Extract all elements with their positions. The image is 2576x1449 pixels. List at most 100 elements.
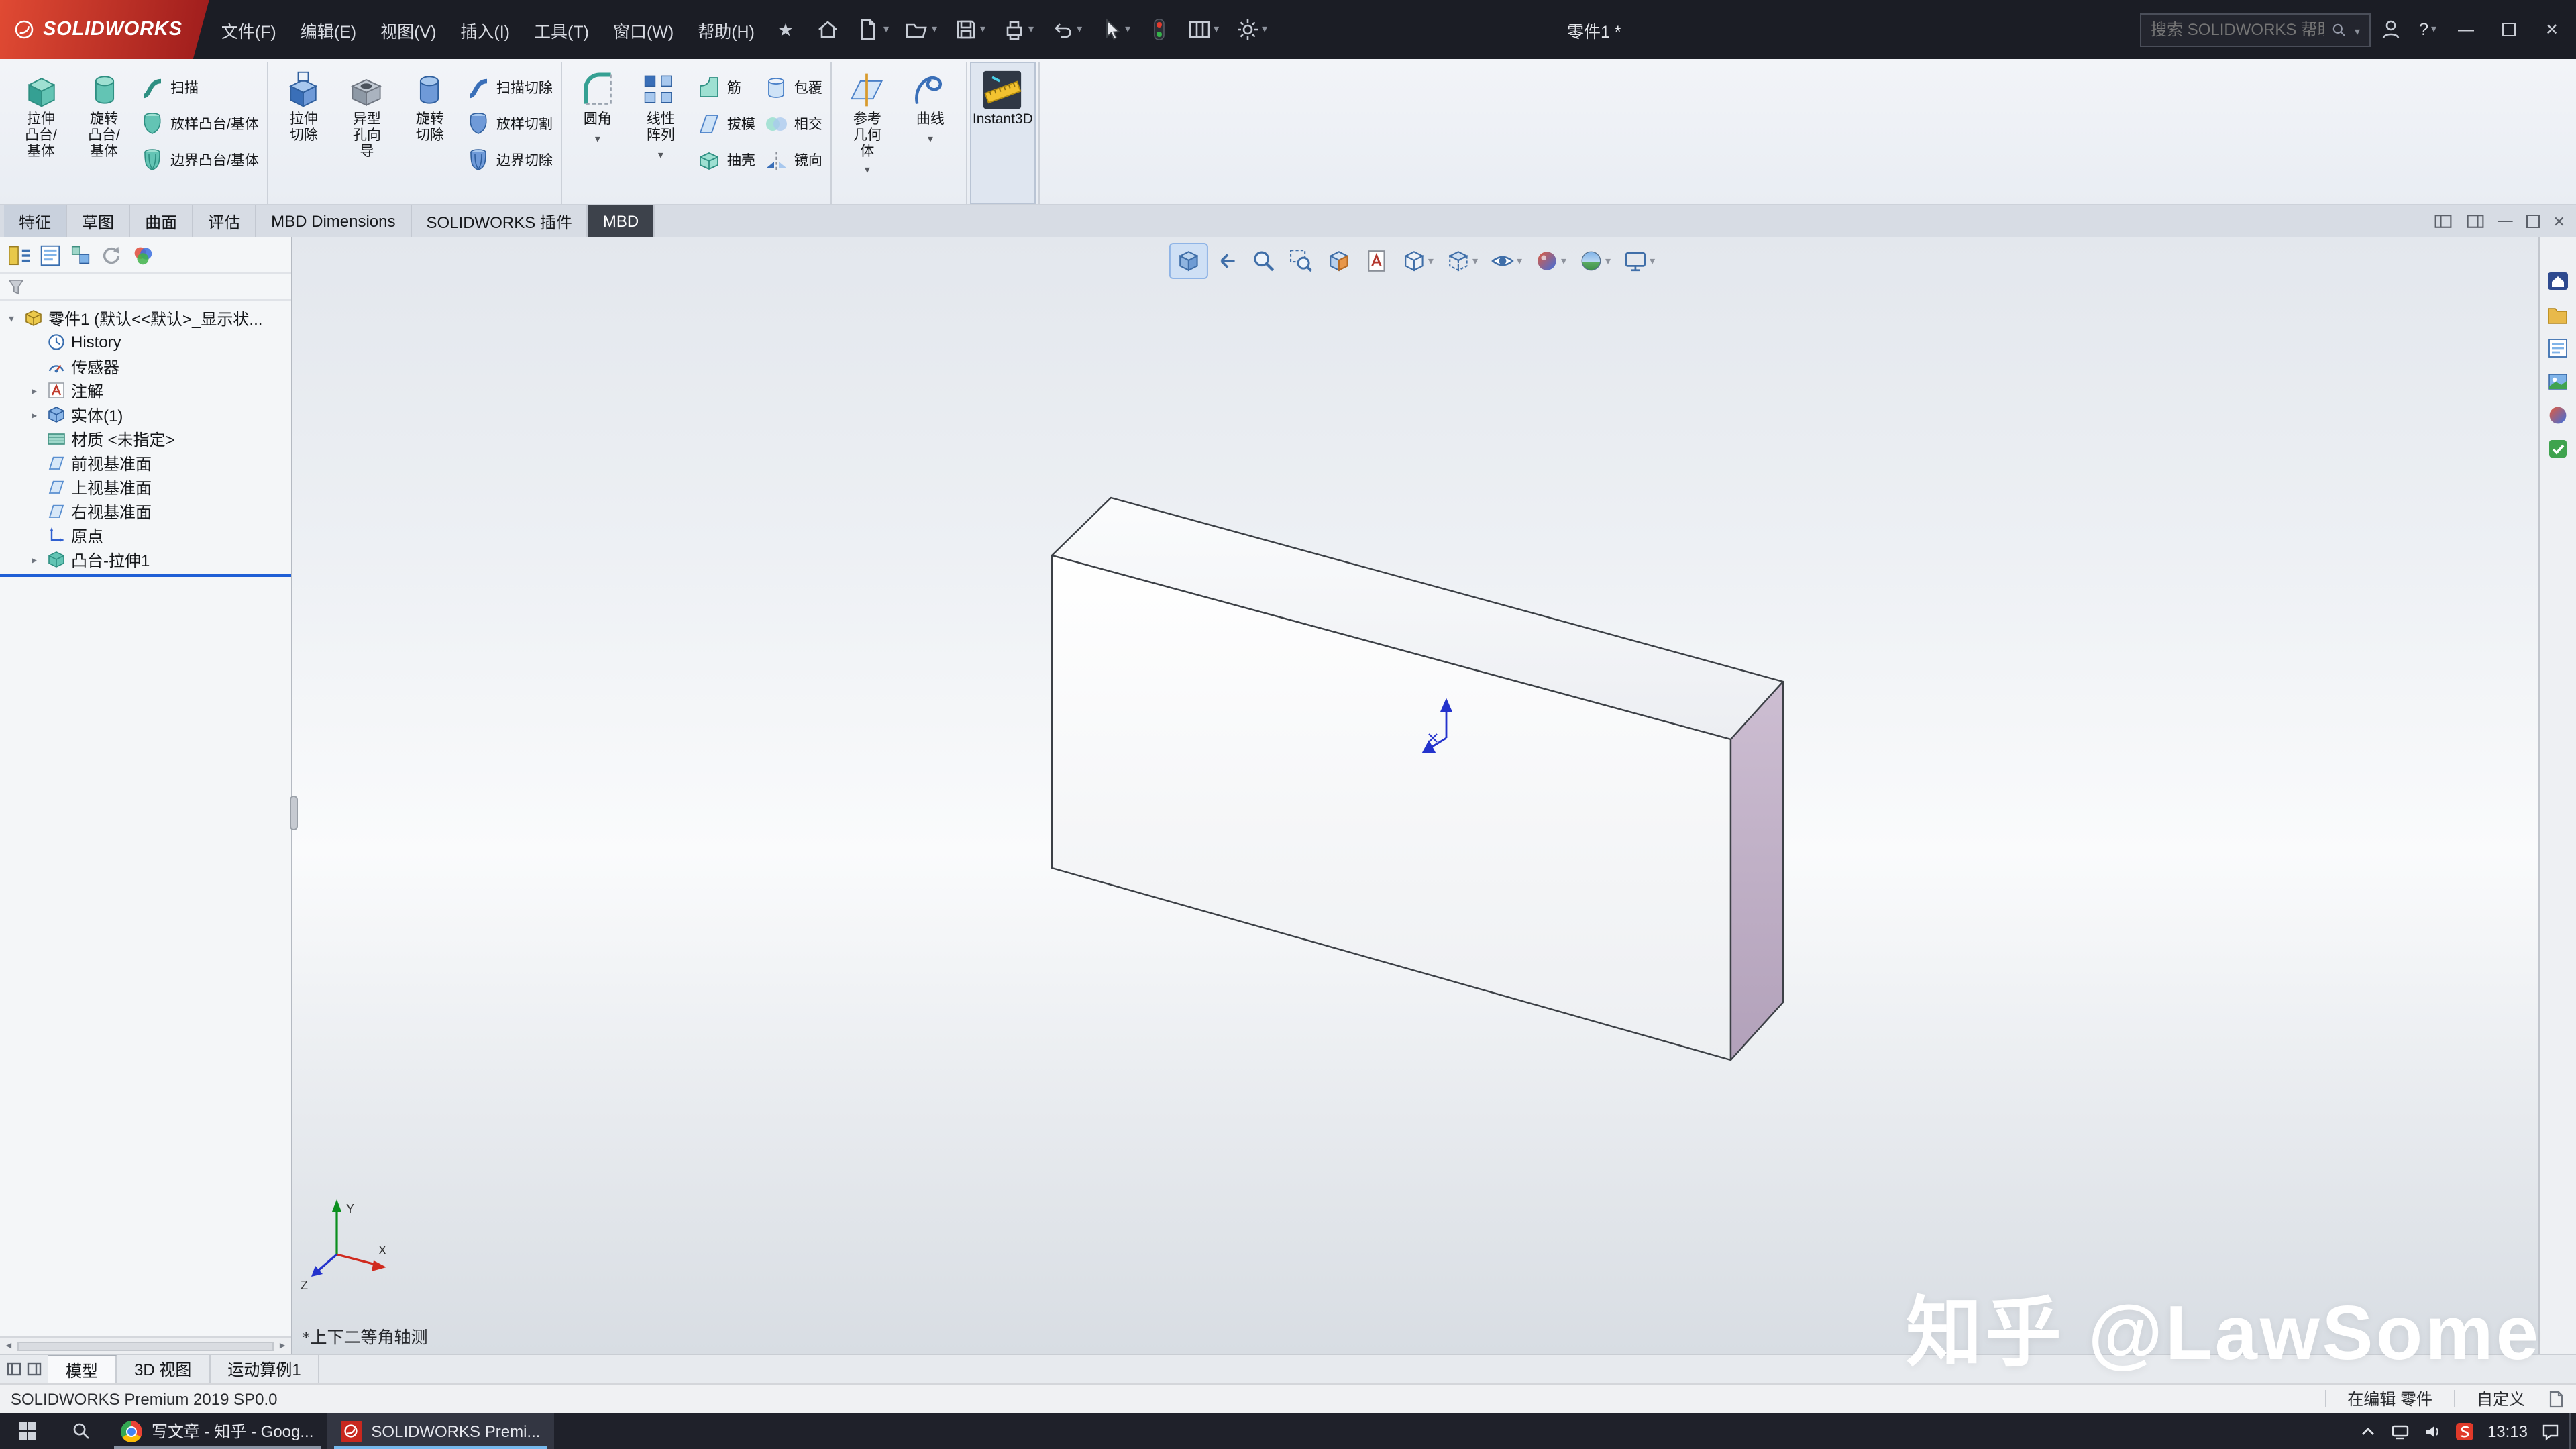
expand-arrow-icon[interactable] xyxy=(27,384,42,396)
new-document-button[interactable] xyxy=(849,0,897,59)
revolve-cut-button[interactable]: 旋转 切除 xyxy=(398,63,462,203)
tree-item-history[interactable]: History xyxy=(0,330,291,354)
apply-scene-button[interactable] xyxy=(1573,244,1616,278)
customize-label[interactable]: 自定义 xyxy=(2477,1387,2525,1410)
fillet-caret-icon[interactable] xyxy=(595,131,600,148)
menu-tools[interactable]: 工具(T) xyxy=(522,0,601,59)
undo-button[interactable] xyxy=(1042,0,1090,59)
wrap-button[interactable]: 包覆 xyxy=(763,74,822,101)
display-icon[interactable] xyxy=(2391,1421,2410,1440)
reference-geometry-button[interactable]: 参考 几何 体 xyxy=(836,63,899,203)
search-input[interactable] xyxy=(2151,20,2324,39)
taskbar-search-button[interactable] xyxy=(54,1413,107,1449)
tree-item-right-plane[interactable]: 右视基准面 xyxy=(0,499,291,523)
clock[interactable]: 13:13 xyxy=(2487,1421,2528,1440)
tree-horizontal-scrollbar[interactable] xyxy=(0,1336,291,1354)
loft-cut-button[interactable]: 放样切割 xyxy=(466,110,553,137)
save-button[interactable] xyxy=(945,0,994,59)
tab-features[interactable]: 特征 xyxy=(4,205,68,237)
previous-view-button[interactable] xyxy=(1208,244,1244,278)
action-center-icon[interactable] xyxy=(2541,1421,2560,1440)
revolve-boss-button[interactable]: 旋转 凸台/ 基体 xyxy=(72,63,136,203)
view-palette-icon[interactable] xyxy=(2546,370,2569,393)
view-settings-button[interactable] xyxy=(1617,244,1660,278)
pin-menu-icon[interactable] xyxy=(767,21,806,38)
hole-wizard-button[interactable]: 异型 孔向 导 xyxy=(335,63,398,203)
curves-button[interactable]: 曲线 xyxy=(899,63,962,203)
input-method-icon[interactable] xyxy=(2455,1421,2474,1440)
login-button[interactable] xyxy=(2371,0,2411,59)
menu-help[interactable]: 帮助(H) xyxy=(686,0,767,59)
search-icon[interactable] xyxy=(2330,21,2348,38)
mirror-button[interactable]: 镜向 xyxy=(763,146,822,173)
zoom-to-fit-button[interactable] xyxy=(1169,243,1208,279)
linear-pattern-button[interactable]: 线性 阵列 xyxy=(629,63,692,203)
view-orientation-button[interactable] xyxy=(1396,244,1439,278)
select-tool-button[interactable] xyxy=(1090,0,1138,59)
tree-item-sensors[interactable]: 传感器 xyxy=(0,354,291,378)
rollback-bar[interactable] xyxy=(0,574,291,577)
tab-mbd[interactable]: MBD xyxy=(588,205,655,237)
menu-insert[interactable]: 插入(I) xyxy=(448,0,522,59)
graphics-viewport[interactable]: Y X Z *上下二等角轴测 xyxy=(292,237,2538,1354)
dimxpertmanager-tab-icon[interactable] xyxy=(99,242,125,268)
tab-surfaces[interactable]: 曲面 xyxy=(130,205,194,237)
linear-pattern-caret-icon[interactable] xyxy=(658,147,663,163)
extruded-box-part[interactable] xyxy=(1051,496,1784,1061)
panel-splitter-handle[interactable] xyxy=(290,796,298,830)
boundary-cut-button[interactable]: 边界切除 xyxy=(466,146,553,173)
configurationmanager-tab-icon[interactable] xyxy=(68,242,94,268)
model-canvas[interactable]: Y X Z xyxy=(292,237,2538,1354)
open-button[interactable] xyxy=(897,0,945,59)
tree-item-solid-bodies[interactable]: 实体(1) xyxy=(0,402,291,427)
tab-evaluate[interactable]: 评估 xyxy=(193,205,257,237)
window-panes-button[interactable] xyxy=(1179,0,1227,59)
menu-file[interactable]: 文件(F) xyxy=(209,0,288,59)
boundary-boss-button[interactable]: 边界凸台/基体 xyxy=(140,146,259,173)
hide-show-items-button[interactable] xyxy=(1485,244,1527,278)
section-view-button[interactable] xyxy=(1321,244,1357,278)
custom-properties-icon[interactable] xyxy=(2546,437,2569,460)
extrude-boss-button[interactable]: 拉伸 凸台/ 基体 xyxy=(9,63,72,203)
doc-tab-model[interactable]: 模型 xyxy=(48,1355,117,1383)
menu-view[interactable]: 视图(V) xyxy=(368,0,448,59)
help-button[interactable]: ? xyxy=(2411,0,2445,59)
sweep-button[interactable]: 扫描 xyxy=(140,74,259,101)
tab-addins[interactable]: SOLIDWORKS 插件 xyxy=(412,205,588,237)
volume-icon[interactable] xyxy=(2423,1421,2442,1440)
sweep-cut-button[interactable]: 扫描切除 xyxy=(466,74,553,101)
zoom-to-area-button[interactable] xyxy=(1246,244,1282,278)
pane-2-icon[interactable] xyxy=(27,1362,42,1377)
pane-split-2-icon[interactable] xyxy=(2466,212,2485,231)
featuremanager-tab-icon[interactable] xyxy=(7,242,32,268)
reference-geometry-caret-icon[interactable] xyxy=(865,163,870,179)
design-library-icon[interactable] xyxy=(2546,303,2569,326)
zoom-region-button[interactable] xyxy=(1283,244,1320,278)
propertymanager-tab-icon[interactable] xyxy=(38,242,63,268)
loft-boss-button[interactable]: 放样凸台/基体 xyxy=(140,110,259,137)
show-desktop-button[interactable] xyxy=(2569,1413,2576,1449)
expand-arrow-icon[interactable] xyxy=(27,553,42,566)
menu-window[interactable]: 窗口(W) xyxy=(601,0,686,59)
shell-button[interactable]: 抽壳 xyxy=(696,146,755,173)
start-button[interactable] xyxy=(0,1413,54,1449)
options-button[interactable] xyxy=(1227,0,1275,59)
doc-minimize-button[interactable] xyxy=(2498,213,2513,229)
print-button[interactable] xyxy=(994,0,1042,59)
taskbar-app-chrome[interactable]: 写文章 - 知乎 - Goog... xyxy=(107,1413,327,1449)
close-button[interactable] xyxy=(2530,0,2573,59)
doc-tab-motion-study[interactable]: 运动算例1 xyxy=(210,1355,320,1383)
chevron-up-icon[interactable] xyxy=(2359,1421,2377,1440)
fillet-button[interactable]: 圆角 xyxy=(566,63,629,203)
doc-close-button[interactable] xyxy=(2553,213,2565,230)
status-sheet-icon[interactable] xyxy=(2546,1389,2565,1408)
appearances-icon[interactable] xyxy=(2546,404,2569,427)
home-button[interactable] xyxy=(808,0,849,59)
minimize-button[interactable] xyxy=(2445,0,2487,59)
pane-icon[interactable] xyxy=(7,1362,21,1377)
doc-tab-3d-views[interactable]: 3D 视图 xyxy=(117,1355,211,1383)
tab-sketch[interactable]: 草图 xyxy=(67,205,131,237)
tab-mbd-dimensions[interactable]: MBD Dimensions xyxy=(256,205,412,237)
intersect-button[interactable]: 相交 xyxy=(763,110,822,137)
displaymanager-tab-icon[interactable] xyxy=(130,242,156,268)
